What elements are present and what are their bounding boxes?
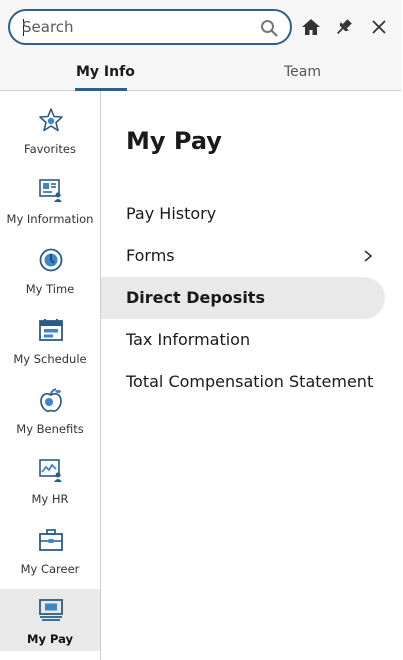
menu-item-pay-history[interactable]: Pay History — [101, 193, 385, 235]
sidebar-item-my-pay[interactable]: My Pay — [0, 589, 100, 651]
search-box[interactable] — [8, 9, 292, 45]
top-bar — [0, 0, 401, 54]
sidebar-item-my-career[interactable]: My Career — [0, 519, 100, 581]
calendar-icon — [39, 319, 63, 341]
apple-icon — [40, 388, 62, 412]
paycheck-icon — [39, 599, 63, 621]
sidebar-item-my-time[interactable]: My Time — [0, 239, 100, 301]
sidebar-item-my-information[interactable]: My Information — [0, 169, 100, 231]
briefcase-icon — [39, 529, 63, 551]
sidebar-item-label: My Career — [20, 562, 80, 576]
menu-item-total-compensation-statement[interactable]: Total Compensation Statement — [101, 361, 385, 403]
sidebar-item-label: My Information — [6, 212, 94, 226]
sidebar-item-label: My Benefits — [16, 422, 84, 436]
home-icon[interactable] — [301, 17, 321, 37]
sidebar-item-label: My HR — [31, 492, 69, 506]
tab-my-info[interactable]: My Info — [76, 64, 135, 80]
sidebar-item-label: My Pay — [27, 632, 73, 646]
sidebar: Favorites My Information My Time My Sche… — [0, 91, 101, 660]
menu-item-label: Pay History — [126, 204, 217, 223]
search-input[interactable] — [22, 17, 252, 37]
menu-item-label: Forms — [126, 246, 175, 265]
search-icon[interactable] — [260, 19, 278, 37]
close-icon[interactable] — [369, 17, 389, 37]
sidebar-item-label: My Time — [25, 282, 75, 296]
menu-item-label: Direct Deposits — [126, 288, 265, 307]
sidebar-item-my-schedule[interactable]: My Schedule — [0, 309, 100, 371]
menu-item-label: Total Compensation Statement — [126, 372, 374, 391]
clock-icon — [39, 248, 63, 272]
pin-icon[interactable] — [334, 17, 354, 37]
menu-item-forms[interactable]: Forms — [101, 235, 385, 277]
page-title: My Pay — [126, 127, 222, 155]
sidebar-item-label: My Schedule — [13, 352, 87, 366]
tab-bar: My Info Team — [0, 54, 401, 91]
menu-item-tax-information[interactable]: Tax Information — [101, 319, 385, 361]
menu-item-label: Tax Information — [126, 330, 251, 349]
main-content: My Pay Pay History Forms Direct Deposits… — [101, 91, 401, 660]
star-icon — [39, 108, 63, 132]
tab-team[interactable]: Team — [284, 64, 321, 80]
chevron-right-icon — [364, 250, 373, 262]
sidebar-item-my-benefits[interactable]: My Benefits — [0, 379, 100, 441]
menu-item-direct-deposits[interactable]: Direct Deposits — [101, 277, 385, 319]
navigation-panel: My Info Team Favorites My Information — [0, 0, 401, 660]
sidebar-item-favorites[interactable]: Favorites — [0, 99, 100, 161]
sidebar-item-my-hr[interactable]: My HR — [0, 449, 100, 511]
hr-profile-icon — [39, 459, 62, 482]
id-card-icon — [39, 179, 62, 202]
sidebar-item-label: Favorites — [24, 142, 76, 156]
